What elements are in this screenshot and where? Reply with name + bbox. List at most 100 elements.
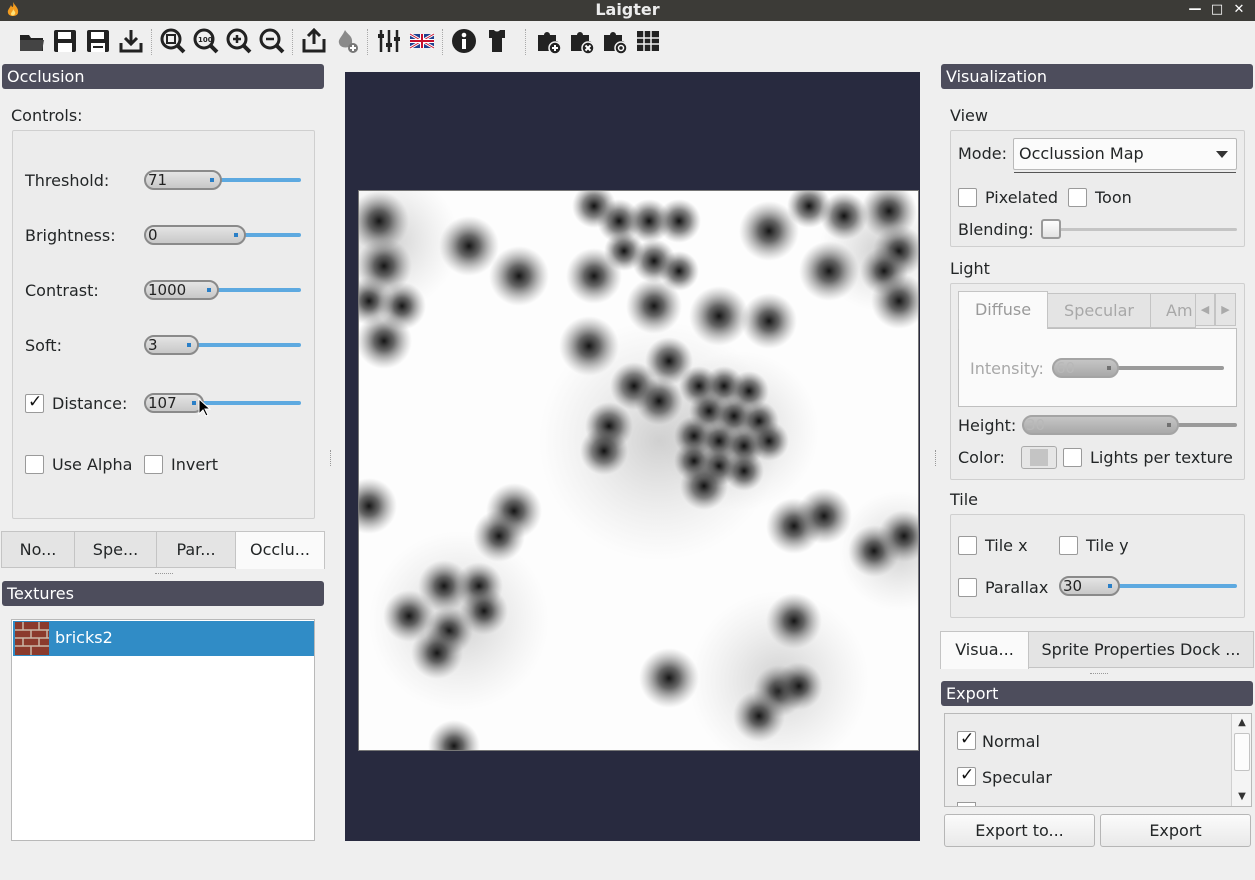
mode-label: Mode: — [958, 144, 1007, 163]
tab-occlusion[interactable]: Occlu... — [235, 531, 325, 569]
chevron-down-icon — [1216, 151, 1228, 158]
left-dock-resize-handle[interactable] — [155, 573, 173, 575]
right-splitter-handle[interactable] — [935, 450, 937, 466]
plugin-icon[interactable] — [333, 27, 361, 55]
mode-select[interactable]: Occlussion Map — [1013, 138, 1237, 170]
tile-label: Tile — [950, 490, 979, 509]
settings-sliders-icon[interactable] — [375, 27, 403, 55]
export-specular-checkbox[interactable] — [957, 765, 976, 786]
intensity-slider[interactable]: 60 — [1052, 358, 1224, 378]
parallax-slider-handle[interactable]: 30 — [1059, 576, 1120, 596]
toon-label: Toon — [1095, 188, 1132, 207]
save-icon[interactable] — [51, 27, 79, 55]
tile-x-checkbox[interactable] — [958, 536, 977, 555]
toolbar-separator — [292, 29, 294, 55]
invert-label: Invert — [171, 455, 219, 474]
blending-slider-handle[interactable] — [1041, 219, 1061, 239]
tab-parallax[interactable]: Par... — [156, 531, 236, 568]
blending-label: Blending: — [958, 220, 1034, 239]
threshold-slider[interactable]: 71 — [144, 170, 301, 190]
mode-select-value: Occlussion Map — [1019, 144, 1144, 163]
save-as-icon[interactable] — [84, 27, 112, 55]
info-icon[interactable] — [450, 27, 478, 55]
textures-dock-title: Textures — [2, 581, 324, 606]
invert-checkbox[interactable] — [144, 455, 163, 474]
brightness-slider-handle[interactable]: 0 — [144, 225, 246, 245]
grid-icon[interactable] — [634, 27, 662, 55]
tab-ambient[interactable]: Am — [1150, 293, 1196, 328]
maximize-button[interactable]: □ — [1208, 1, 1226, 19]
controls-label: Controls: — [11, 106, 83, 125]
tab-visualization[interactable]: Visua... — [940, 631, 1029, 669]
threshold-slider-handle[interactable]: 71 — [144, 170, 222, 190]
language-flag-icon[interactable] — [408, 27, 436, 55]
shirt-icon[interactable] — [483, 27, 511, 55]
height-label: Height: — [958, 416, 1017, 435]
blending-slider[interactable] — [1041, 219, 1237, 239]
distance-slider[interactable]: 107 — [144, 393, 301, 413]
export-icon[interactable] — [300, 27, 328, 55]
zoom-fit-icon[interactable] — [159, 27, 187, 55]
open-icon[interactable] — [18, 27, 46, 55]
tab-specular-light[interactable]: Specular — [1047, 293, 1151, 328]
export-specular-label: Specular — [982, 768, 1052, 787]
tab-specular[interactable]: Spe... — [74, 531, 157, 568]
add-plugin-icon[interactable] — [534, 27, 562, 55]
height-slider[interactable]: 30 — [1022, 415, 1237, 435]
plugin-settings-icon[interactable] — [600, 27, 628, 55]
zoom-100-icon[interactable]: 100 — [192, 27, 220, 55]
soft-slider[interactable]: 3 — [144, 335, 301, 355]
export-partial-checkbox[interactable] — [957, 802, 976, 806]
zoom-out-icon[interactable] — [258, 27, 286, 55]
parallax-checkbox[interactable] — [958, 578, 977, 597]
textures-list[interactable]: bricks2 — [11, 619, 315, 841]
texture-list-item[interactable]: bricks2 — [13, 621, 314, 656]
tab-diffuse[interactable]: Diffuse — [958, 291, 1048, 329]
parallax-label: Parallax — [985, 578, 1049, 597]
light-label: Light — [950, 259, 990, 278]
export-button[interactable]: Export — [1100, 814, 1251, 847]
tile-frame — [950, 514, 1245, 618]
left-splitter-handle[interactable] — [330, 450, 332, 466]
export-normal-checkbox[interactable] — [957, 729, 976, 750]
tab-scroll-left-icon[interactable]: ◀ — [1195, 293, 1215, 326]
export-to-button[interactable]: Export to... — [944, 814, 1095, 847]
close-button[interactable]: ✕ — [1230, 1, 1248, 19]
distance-checkbox[interactable] — [25, 392, 44, 413]
minimize-button[interactable]: — — [1186, 1, 1204, 19]
use-alpha-checkbox[interactable] — [25, 455, 44, 474]
export-list[interactable]: Normal Specular ▲ ▼ — [944, 713, 1252, 807]
contrast-slider-handle[interactable]: 1000 — [144, 280, 219, 300]
scroll-up-icon[interactable]: ▲ — [1232, 714, 1252, 732]
brightness-label: Brightness: — [25, 226, 116, 245]
right-dock-resize-handle[interactable] — [1090, 673, 1108, 675]
tab-sprite-properties[interactable]: Sprite Properties Dock ... — [1028, 631, 1254, 668]
remove-plugin-icon[interactable] — [567, 27, 595, 55]
color-swatch — [1030, 449, 1048, 466]
export-list-scrollbar[interactable]: ▲ ▼ — [1231, 714, 1251, 806]
lights-per-texture-checkbox[interactable] — [1063, 448, 1082, 467]
soft-slider-handle[interactable]: 3 — [144, 335, 199, 355]
intensity-slider-handle[interactable]: 60 — [1052, 358, 1119, 378]
scroll-down-icon[interactable]: ▼ — [1232, 788, 1252, 806]
light-color-button[interactable] — [1021, 446, 1057, 469]
tile-y-checkbox[interactable] — [1059, 536, 1078, 555]
brightness-slider[interactable]: 0 — [144, 225, 301, 245]
occlusion-dock-title: Occlusion — [2, 64, 324, 89]
scrollbar-thumb[interactable] — [1234, 733, 1250, 771]
distance-slider-handle[interactable]: 107 — [144, 393, 204, 413]
tab-normal[interactable]: No... — [1, 531, 75, 568]
toolbar-separator — [367, 29, 369, 55]
tile-x-label: Tile x — [985, 536, 1028, 555]
tab-scroll-right-icon[interactable]: ▶ — [1215, 293, 1236, 326]
toon-checkbox[interactable] — [1068, 188, 1087, 207]
import-icon[interactable] — [117, 27, 145, 55]
contrast-label: Contrast: — [25, 281, 99, 300]
zoom-in-icon[interactable] — [225, 27, 253, 55]
parallax-slider[interactable]: 30 — [1059, 576, 1237, 596]
pixelated-checkbox[interactable] — [958, 188, 977, 207]
height-slider-handle[interactable]: 30 — [1022, 415, 1179, 435]
window-title: Laigter — [595, 0, 660, 19]
contrast-slider[interactable]: 1000 — [144, 280, 301, 300]
visualization-dock-title: Visualization — [941, 64, 1253, 89]
